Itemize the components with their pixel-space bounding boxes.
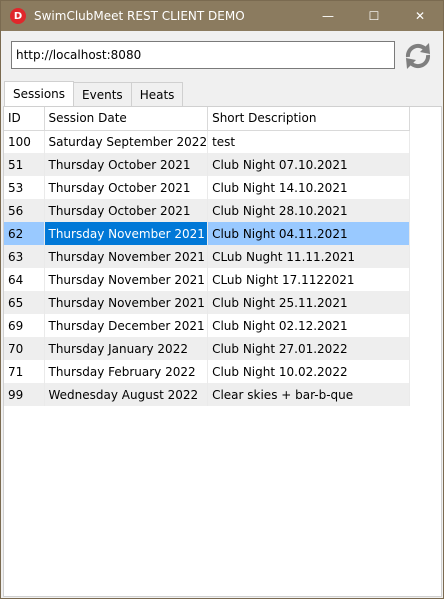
window-title: SwimClubMeet REST CLIENT DEMO <box>34 9 245 23</box>
cell-short-description[interactable]: CLub Night 17.1122021 <box>207 268 411 291</box>
cell-id[interactable]: 70 <box>4 337 45 360</box>
cell-session-date[interactable]: Thursday October 2021 <box>44 199 209 222</box>
app-logo-icon: D <box>10 8 26 24</box>
cell-session-date[interactable]: Thursday December 2021 <box>44 314 209 337</box>
cell-short-description[interactable]: Club Night 27.01.2022 <box>207 337 411 360</box>
title-bar[interactable]: D SwimClubMeet REST CLIENT DEMO — ☐ ✕ <box>1 1 443 31</box>
cell-session-date[interactable]: Thursday November 2021 <box>44 268 209 291</box>
table-row[interactable]: 62 Thursday November 2021 Club Night 04.11… <box>4 222 411 245</box>
cell-id[interactable]: 71 <box>4 360 45 383</box>
cell-short-description[interactable]: Club Night 10.02.2022 <box>207 360 411 383</box>
cell-short-description[interactable]: test <box>207 130 411 153</box>
table-row[interactable]: 51 Thursday October 2021 Club Night 07.10.… <box>4 153 411 176</box>
grid-header-row: ID Session Date Short Description <box>4 107 411 131</box>
cell-session-date[interactable]: Thursday October 2021 <box>44 153 209 176</box>
tab-heats[interactable]: Heats <box>130 82 184 106</box>
cell-id[interactable]: 51 <box>4 153 45 176</box>
cell-short-description[interactable]: CLub Nught 11.11.2021 <box>207 245 411 268</box>
grid-body: 100 Saturday September 2022 test 51 Thursday… <box>4 130 411 406</box>
url-input[interactable] <box>12 47 394 63</box>
table-row[interactable]: 63 Thursday November 2021 CLub Nught 11.11… <box>4 245 411 268</box>
window-controls: — ☐ ✕ <box>305 1 443 31</box>
cell-id[interactable]: 64 <box>4 268 45 291</box>
url-field[interactable] <box>11 41 395 69</box>
column-header-session-date[interactable]: Session Date <box>44 107 209 131</box>
cell-short-description[interactable]: Club Night 04.11.2021 <box>207 222 411 245</box>
cell-session-date[interactable]: Thursday January 2022 <box>44 337 209 360</box>
cell-id[interactable]: 100 <box>4 130 45 153</box>
cell-id[interactable]: 65 <box>4 291 45 314</box>
tab-sessions[interactable]: Sessions <box>4 81 75 106</box>
minimize-button[interactable]: — <box>305 1 351 31</box>
cell-session-date[interactable]: Thursday February 2022 <box>44 360 209 383</box>
cell-short-description[interactable]: Clear skies + bar-b-que <box>207 383 411 406</box>
close-button[interactable]: ✕ <box>397 1 443 31</box>
column-header-id[interactable]: ID <box>4 107 45 131</box>
table-row[interactable]: 65 Thursday November 2021 Club Night 25.11… <box>4 291 411 314</box>
cell-id[interactable]: 56 <box>4 199 45 222</box>
tab-events[interactable]: Events <box>73 82 132 106</box>
cell-session-date[interactable]: Thursday November 2021 <box>44 245 209 268</box>
maximize-button[interactable]: ☐ <box>351 1 397 31</box>
cell-short-description[interactable]: Club Night 07.10.2021 <box>207 153 411 176</box>
cell-id[interactable]: 53 <box>4 176 45 199</box>
sessions-panel: ID Session Date Short Description 100 Sat… <box>3 106 442 597</box>
cell-session-date[interactable]: Thursday October 2021 <box>44 176 209 199</box>
table-row[interactable]: 56 Thursday October 2021 Club Night 28.10.… <box>4 199 411 222</box>
cell-short-description[interactable]: Club Night 02.12.2021 <box>207 314 411 337</box>
cell-session-date[interactable]: Thursday November 2021 <box>44 222 209 245</box>
table-row[interactable]: 70 Thursday January 2022 Club Night 27.01.… <box>4 337 411 360</box>
table-row[interactable]: 53 Thursday October 2021 Club Night 14.10.… <box>4 176 411 199</box>
cell-short-description[interactable]: Club Night 25.11.2021 <box>207 291 411 314</box>
refresh-button[interactable] <box>401 39 435 73</box>
cell-session-date[interactable]: Thursday November 2021 <box>44 291 209 314</box>
cell-short-description[interactable]: Club Night 28.10.2021 <box>207 199 411 222</box>
cell-short-description[interactable]: Club Night 14.10.2021 <box>207 176 411 199</box>
table-row[interactable]: 100 Saturday September 2022 test <box>4 130 411 153</box>
cell-id[interactable]: 99 <box>4 383 45 406</box>
app-window: D SwimClubMeet REST CLIENT DEMO — ☐ ✕ Se… <box>0 0 444 599</box>
cell-id[interactable]: 63 <box>4 245 45 268</box>
cell-id[interactable]: 62 <box>4 222 45 245</box>
column-header-short-description[interactable]: Short Description <box>207 107 411 131</box>
table-row[interactable]: 64 Thursday November 2021 CLub Night 17.11… <box>4 268 411 291</box>
table-row[interactable]: 99 Wednesday August 2022 Clear skies + bar… <box>4 383 411 406</box>
cell-session-date[interactable]: Saturday September 2022 <box>44 130 209 153</box>
table-row[interactable]: 71 Thursday February 2022 Club Night 10.02… <box>4 360 411 383</box>
cell-id[interactable]: 69 <box>4 314 45 337</box>
cell-session-date[interactable]: Wednesday August 2022 <box>44 383 209 406</box>
table-row[interactable]: 69 Thursday December 2021 Club Night 02.12… <box>4 314 411 337</box>
tab-strip: Sessions Events Heats <box>4 81 184 106</box>
sessions-grid: ID Session Date Short Description 100 Sat… <box>4 107 411 406</box>
refresh-icon <box>405 43 431 69</box>
